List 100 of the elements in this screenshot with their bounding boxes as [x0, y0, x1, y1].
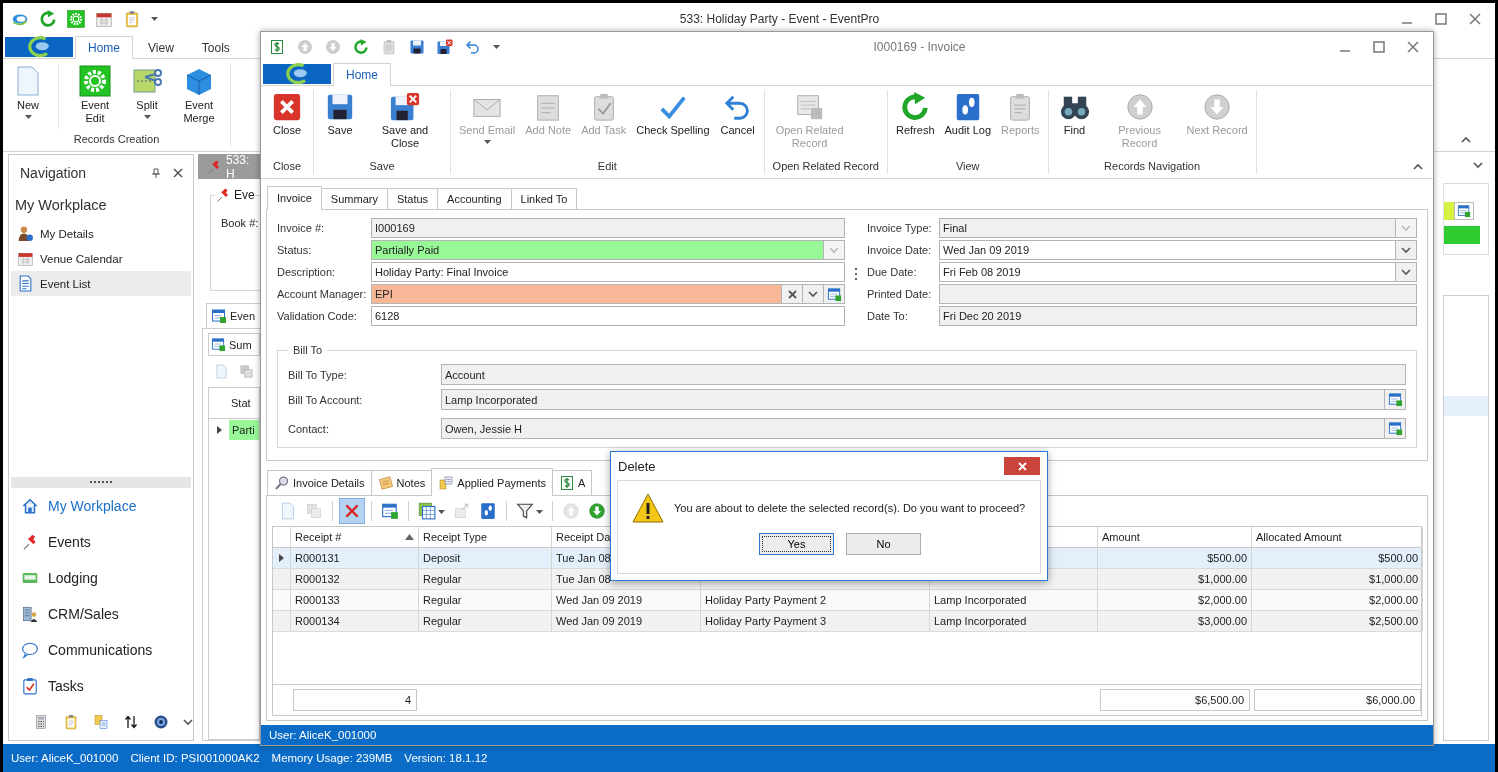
globe-icon[interactable]	[153, 714, 169, 730]
dropdown-field[interactable]: Final	[939, 218, 1396, 238]
tab[interactable]: A	[551, 470, 593, 495]
navigation-item[interactable]: Event List	[11, 271, 191, 296]
ribbon-button[interactable]: Close	[265, 90, 309, 158]
column-header[interactable]: Receipt Type	[423, 531, 487, 543]
column-header[interactable]: Receipt Da	[556, 531, 611, 543]
undo-icon[interactable]	[465, 38, 481, 55]
toolbar-button[interactable]	[415, 499, 448, 523]
tab[interactable]: Invoice	[267, 186, 322, 210]
ribbon-button[interactable]: Event Edit	[67, 63, 123, 131]
lookup-button[interactable]	[1454, 202, 1474, 220]
dropdown-field[interactable]: Partially Paid	[371, 240, 824, 260]
clear-button[interactable]	[782, 284, 803, 304]
ribbon-button[interactable]: Cancel	[715, 90, 760, 158]
save-icon[interactable]	[409, 38, 425, 55]
toolbar-button[interactable]	[339, 498, 365, 524]
dropdown-field[interactable]: Wed Jan 09 2019	[939, 240, 1396, 260]
splitter-handle[interactable]	[11, 477, 191, 488]
ribbon-tab[interactable]: Home	[333, 63, 391, 86]
ribbon-button[interactable]: Save and Close	[364, 90, 446, 158]
dropdown-button[interactable]	[803, 284, 824, 304]
close-icon[interactable]	[173, 168, 183, 178]
ribbon-button[interactable]: Save	[318, 90, 362, 158]
input-field[interactable]: Fri Dec 20 2019	[939, 306, 1417, 326]
pin-icon[interactable]	[151, 168, 161, 178]
clipboard-icon[interactable]	[123, 9, 141, 28]
column-header[interactable]: Stat	[229, 397, 251, 409]
ribbon-button[interactable]: Refresh	[892, 90, 939, 158]
maximize-icon[interactable]	[1373, 40, 1385, 53]
copy-icon[interactable]	[239, 364, 254, 379]
dialog-button[interactable]: No	[846, 533, 921, 555]
input-field[interactable]: I000169	[371, 218, 845, 238]
customize-caret-icon[interactable]	[493, 45, 500, 49]
ribbon-button[interactable]: Event Merge	[171, 63, 227, 131]
module-button[interactable]: Tasks	[9, 668, 193, 704]
clipboard-icon[interactable]	[63, 714, 79, 730]
module-button[interactable]: Lodging	[9, 560, 193, 596]
ribbon-tab[interactable]: Home	[75, 36, 133, 59]
collapse-ribbon-icon[interactable]	[1413, 163, 1423, 170]
field-label: Validation Code:	[277, 309, 358, 324]
input-field[interactable]: Holiday Party: Final Invoice	[371, 262, 845, 282]
ribbon-button[interactable]: Check Spelling	[632, 90, 714, 158]
dropdown-button[interactable]	[1396, 262, 1417, 282]
column-header[interactable]: Receipt #	[295, 531, 342, 543]
input-field[interactable]: Owen, Jessie H	[441, 418, 1385, 439]
collapse-ribbon-icon[interactable]	[1461, 136, 1471, 143]
ribbon-tab[interactable]: Tools	[188, 36, 243, 59]
refresh-icon[interactable]	[353, 38, 369, 55]
tab[interactable]: Invoice Details	[267, 470, 372, 495]
application-menu-button[interactable]	[5, 37, 73, 57]
close-icon[interactable]	[1469, 12, 1481, 25]
up-down-arrows-icon[interactable]	[123, 714, 139, 730]
column-header[interactable]: Amount	[1102, 531, 1140, 543]
input-field[interactable]: Lamp Incorporated	[441, 389, 1385, 410]
tab[interactable]: Sum	[208, 333, 260, 355]
grip-icon[interactable]	[90, 481, 112, 484]
input-field[interactable]	[939, 284, 1417, 304]
ribbon-button[interactable]: Audit Log	[940, 90, 995, 158]
lookup-button[interactable]	[824, 284, 845, 304]
ribbon-button[interactable]: New	[6, 63, 50, 131]
tab[interactable]: Linked To	[510, 188, 578, 209]
calculator-icon[interactable]	[33, 714, 49, 730]
save-close-icon[interactable]	[437, 38, 453, 55]
dialog-button[interactable]: Yes	[759, 533, 834, 555]
module-button[interactable]: My Workplace	[9, 488, 193, 524]
lookup-button[interactable]	[1385, 418, 1406, 439]
navigation-item[interactable]: My Details	[11, 221, 191, 246]
ribbon-button[interactable]: Split	[125, 63, 169, 131]
customize-caret-icon[interactable]	[151, 17, 158, 21]
module-button[interactable]: Events	[9, 524, 193, 560]
module-button[interactable]: Communications	[9, 632, 193, 668]
column-header[interactable]: Allocated Amount	[1256, 531, 1342, 543]
close-button[interactable]	[1004, 457, 1040, 475]
close-icon[interactable]	[1407, 40, 1419, 53]
dropdown-field[interactable]: EPI	[371, 284, 782, 304]
maximize-icon[interactable]	[1435, 12, 1447, 25]
tab[interactable]: Applied Payments	[431, 468, 553, 496]
dropdown-button[interactable]	[1396, 240, 1417, 260]
refresh-icon[interactable]	[39, 9, 57, 28]
field-label: Invoice Type:	[867, 221, 933, 236]
table-icon	[826, 286, 842, 302]
input-field[interactable]	[1444, 202, 1454, 220]
gear-icon[interactable]	[67, 9, 85, 28]
clipboard-icon[interactable]	[381, 38, 397, 55]
dollar-icon[interactable]	[269, 38, 285, 55]
dropdown-button[interactable]	[824, 240, 845, 260]
input-field[interactable]: Account	[441, 364, 1406, 385]
application-menu-button[interactable]	[263, 64, 331, 84]
dropdown-field[interactable]: Fri Feb 08 2019	[939, 262, 1396, 282]
module-button[interactable]: CRM/Sales	[9, 596, 193, 632]
input-field[interactable]: 6128	[371, 306, 845, 326]
status-text: Client ID: PSI001000AK2	[130, 752, 260, 764]
ribbon-tab[interactable]: View	[135, 36, 187, 59]
document-icon	[794, 92, 825, 122]
dropdown-button[interactable]	[1396, 218, 1417, 238]
ribbon-button[interactable]: Find	[1052, 90, 1097, 158]
lookup-button[interactable]	[1385, 389, 1406, 410]
documents-icon[interactable]	[93, 714, 109, 730]
navigation-item[interactable]: Venue Calendar	[11, 246, 191, 271]
